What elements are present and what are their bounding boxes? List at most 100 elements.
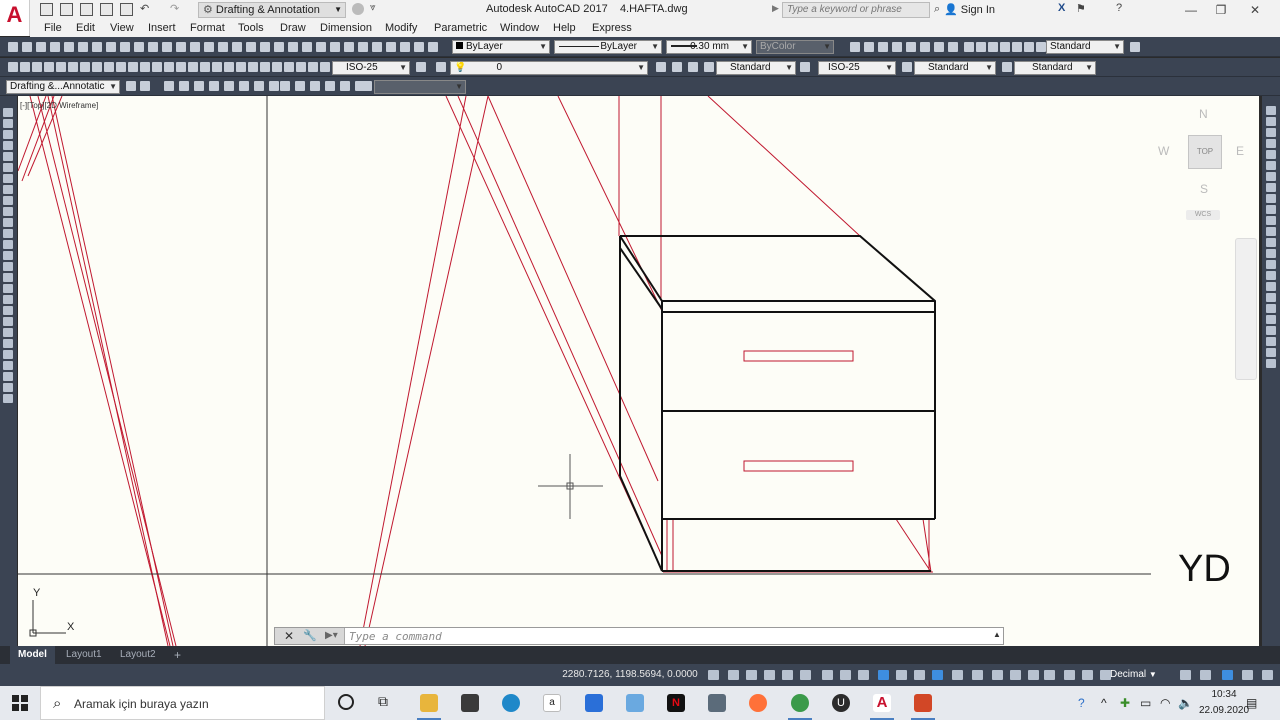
compass-south[interactable]: S xyxy=(1200,182,1208,196)
dimension-tool-icon-32[interactable] xyxy=(704,62,714,72)
toolbar-tool-icon-46[interactable] xyxy=(1130,42,1140,52)
task-view-icon[interactable]: ⧉ xyxy=(378,693,388,710)
dimension-tool-icon-27[interactable] xyxy=(416,62,426,72)
view-tool-icon-10[interactable] xyxy=(280,81,290,91)
plotstyle-control-dropdown[interactable]: ByColor ▼ xyxy=(756,40,834,54)
status-toggle-icon-20[interactable] xyxy=(1082,670,1093,680)
toolbar-tool-icon-43[interactable] xyxy=(1012,42,1022,52)
new-file-icon[interactable] xyxy=(40,3,53,16)
clock-time[interactable]: 10:34 xyxy=(1198,689,1250,700)
draw-tool-icon-10[interactable] xyxy=(3,218,13,227)
modify-tool-icon-0[interactable] xyxy=(1266,106,1276,115)
menu-insert[interactable]: Insert xyxy=(148,22,176,34)
view-tool-icon-0[interactable] xyxy=(126,81,136,91)
status-toggle-icon-0[interactable] xyxy=(708,670,719,680)
menu-draw[interactable]: Draw xyxy=(280,22,306,34)
toolbar-tool-icon-45[interactable] xyxy=(1036,42,1046,52)
status-toggle-icon-16[interactable] xyxy=(1010,670,1021,680)
draw-tool-icon-11[interactable] xyxy=(3,229,13,238)
toolbar-tool-icon-22[interactable] xyxy=(316,42,326,52)
toolbar-tool-icon-41[interactable] xyxy=(988,42,998,52)
toolbar-tool-icon-30[interactable] xyxy=(428,42,438,52)
toolbar-tool-icon-0[interactable] xyxy=(8,42,18,52)
dimension-tool-icon-14[interactable] xyxy=(176,62,186,72)
draw-tool-icon-25[interactable] xyxy=(3,383,13,392)
draw-tool-icon-20[interactable] xyxy=(3,328,13,337)
network-icon[interactable] xyxy=(626,694,644,712)
dimension-tool-icon-22[interactable] xyxy=(272,62,282,72)
menu-modify[interactable]: Modify xyxy=(385,22,417,34)
toolbar-tool-icon-40[interactable] xyxy=(976,42,986,52)
dimension-tool-icon-10[interactable] xyxy=(128,62,138,72)
modify-tool-icon-11[interactable] xyxy=(1266,227,1276,236)
layer-control-dropdown[interactable]: 💡 0 ▼ xyxy=(450,61,648,75)
status-toggle-icon-8[interactable] xyxy=(858,670,869,680)
toolbar-tool-icon-16[interactable] xyxy=(232,42,242,52)
view-tool-icon-9[interactable] xyxy=(269,81,279,91)
dimension-tool-icon-8[interactable] xyxy=(104,62,114,72)
status-toggle-icon-10[interactable] xyxy=(896,670,907,680)
dimension-tool-icon-7[interactable] xyxy=(92,62,102,72)
dropbox-icon[interactable] xyxy=(585,694,603,712)
draw-tool-icon-26[interactable] xyxy=(3,394,13,403)
open-file-icon[interactable] xyxy=(60,3,73,16)
status-toggle-icon-26[interactable] xyxy=(1262,670,1273,680)
toolbar-tool-icon-9[interactable] xyxy=(134,42,144,52)
draw-tool-icon-4[interactable] xyxy=(3,152,13,161)
toolbar-tool-icon-7[interactable] xyxy=(106,42,116,52)
wrench-icon[interactable]: 🔧 xyxy=(303,629,317,642)
draw-tool-icon-22[interactable] xyxy=(3,350,13,359)
toolbar-tool-icon-29[interactable] xyxy=(414,42,424,52)
menu-view[interactable]: View xyxy=(110,22,134,34)
calculator-icon[interactable] xyxy=(708,694,726,712)
customize-chevron-icon[interactable]: ⩔ xyxy=(370,2,376,13)
dimension-tool-icon-35[interactable] xyxy=(1002,62,1012,72)
restore-button[interactable]: ❐ xyxy=(1206,1,1236,19)
toolbar-tool-icon-1[interactable] xyxy=(22,42,32,52)
modify-tool-icon-8[interactable] xyxy=(1266,194,1276,203)
toolbar-tool-icon-39[interactable] xyxy=(964,42,974,52)
menu-parametric[interactable]: Parametric xyxy=(434,22,487,34)
exchange-apps-icon[interactable]: X xyxy=(1058,2,1065,14)
status-toggle-icon-5[interactable] xyxy=(800,670,811,680)
dimension-tool-icon-18[interactable] xyxy=(224,62,234,72)
tab-layout1[interactable]: Layout1 xyxy=(58,646,110,664)
plot-icon[interactable] xyxy=(120,3,133,16)
modify-tool-icon-10[interactable] xyxy=(1266,216,1276,225)
modify-tool-icon-22[interactable] xyxy=(1266,348,1276,357)
chevron-up-icon[interactable]: ^ xyxy=(1101,696,1107,710)
menu-help[interactable]: Help xyxy=(553,22,576,34)
add-layout-button[interactable]: + xyxy=(166,646,189,664)
toolbar-tool-icon-27[interactable] xyxy=(386,42,396,52)
modify-tool-icon-15[interactable] xyxy=(1266,271,1276,280)
wcs-menu[interactable]: WCS xyxy=(1186,210,1220,220)
status-toggle-icon-11[interactable] xyxy=(914,670,925,680)
toolbar-tool-icon-26[interactable] xyxy=(372,42,382,52)
share-icon[interactable] xyxy=(352,3,364,15)
dim-style-dropdown[interactable]: ISO-25 ▼ xyxy=(332,61,410,75)
redo-icon[interactable]: ↷ xyxy=(170,2,179,15)
command-history-icon[interactable]: ▲ xyxy=(993,630,1001,639)
close-icon[interactable]: ✕ xyxy=(284,629,294,643)
draw-tool-icon-18[interactable] xyxy=(3,306,13,315)
modify-tool-icon-5[interactable] xyxy=(1266,161,1276,170)
draw-tool-icon-12[interactable] xyxy=(3,240,13,249)
dimension-tool-icon-4[interactable] xyxy=(56,62,66,72)
draw-tool-icon-5[interactable] xyxy=(3,163,13,172)
modify-tool-icon-3[interactable] xyxy=(1266,139,1276,148)
view-tool-icon-12[interactable] xyxy=(310,81,320,91)
close-button[interactable]: ✕ xyxy=(1240,1,1270,19)
search-expand-icon[interactable]: ▶ xyxy=(772,3,779,14)
text-style-dropdown[interactable]: Standard ▼ xyxy=(1046,40,1124,54)
linetype-control-dropdown[interactable]: ByLayer ▼ xyxy=(554,40,662,54)
modify-tool-icon-16[interactable] xyxy=(1266,282,1276,291)
status-toggle-icon-19[interactable] xyxy=(1064,670,1075,680)
dimension-tool-icon-34[interactable] xyxy=(902,62,912,72)
status-toggle-icon-1[interactable] xyxy=(728,670,739,680)
save-icon[interactable] xyxy=(80,3,93,16)
dimension-tool-icon-17[interactable] xyxy=(212,62,222,72)
status-toggle-icon-17[interactable] xyxy=(1028,670,1039,680)
wifi-icon[interactable]: ◠ xyxy=(1160,696,1170,710)
netflix-icon[interactable]: N xyxy=(667,694,685,712)
status-toggle-icon-24[interactable] xyxy=(1222,670,1233,680)
